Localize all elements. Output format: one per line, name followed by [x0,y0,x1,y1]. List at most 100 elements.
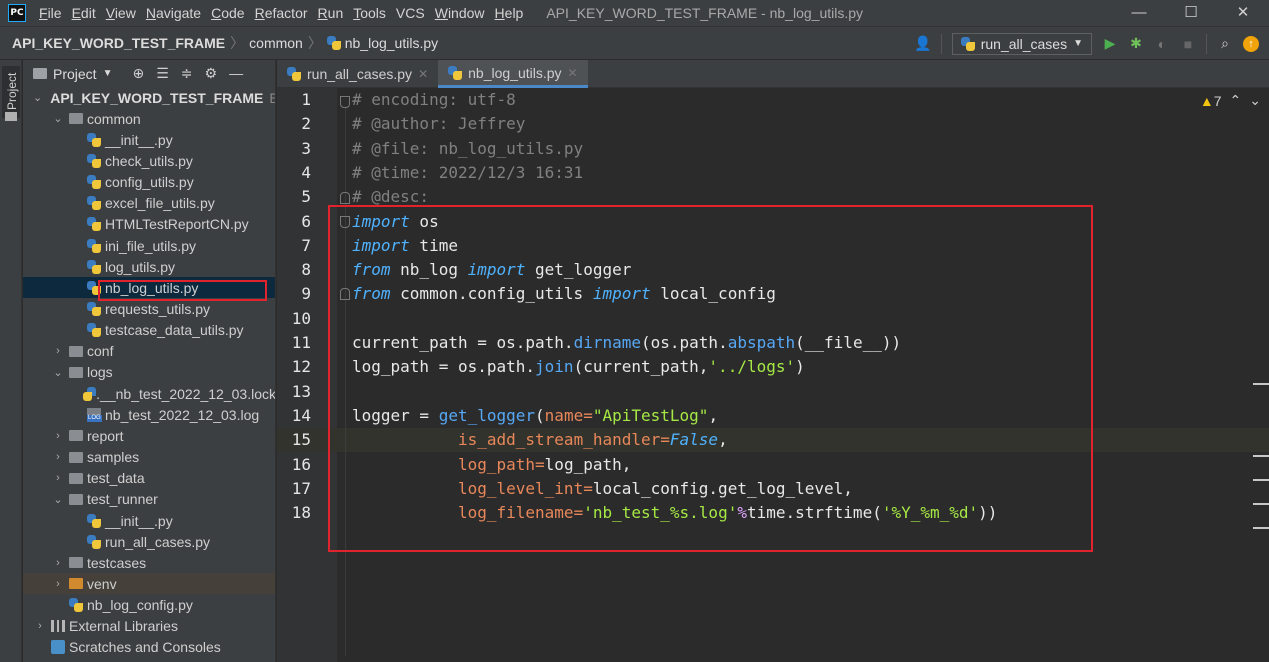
tree-item[interactable]: ⌄ API_KEY_WORD_TEST_FRAME E: [23,87,275,108]
code-editor[interactable]: 1 # encoding: utf-8 2 # @author: Jeffrey 3 # … [277,88,1269,662]
tree-item-label: test_data [87,470,145,487]
chevron-down-icon[interactable]: ⌄ [51,493,65,506]
inspection-widget[interactable]: ▲7 ⌃ ⌄ [1200,92,1261,109]
menu-window[interactable]: Window [430,0,490,26]
editor-tab[interactable]: nb_log_utils.py ✕ [438,60,588,88]
chevron-down-icon[interactable]: ⌄ [1249,92,1261,109]
run-config-selector[interactable]: run_all_cases ▼ [951,32,1092,55]
chevron-right-icon[interactable]: › [51,451,65,463]
breadcrumb-file[interactable]: nb_log_utils.py [322,35,438,51]
python-file-icon [87,153,101,168]
menu-code[interactable]: Code [206,0,249,26]
chevron-down-icon[interactable]: ⌄ [51,366,65,379]
tree-item[interactable]: › test_data [23,468,275,489]
menu-label: ools [360,5,386,21]
line-number: 12 [291,357,311,377]
tree-item-label: check_utils.py [105,152,193,169]
tree-item-label: __init__.py [105,512,173,529]
chevron-down-icon[interactable]: ⌄ [33,91,42,104]
tree-item[interactable]: Scratches and Consoles [23,637,275,658]
tree-item[interactable]: › testcases [23,552,275,573]
chevron-down-icon[interactable]: ⌄ [51,112,65,125]
scrollbar-marker[interactable] [1253,479,1269,481]
scrollbar-marker[interactable] [1253,383,1269,385]
tree-item[interactable]: requests_utils.py [23,299,275,320]
coverage-icon[interactable]: ◐ [1154,36,1170,52]
tree-item[interactable]: ini_file_utils.py [23,235,275,256]
tree-item[interactable]: ⌄ common [23,108,275,129]
menu-help[interactable]: Help [490,0,529,26]
collapse-all-icon[interactable]: ≑ [181,65,193,82]
menu-file[interactable]: File [34,0,67,26]
expand-all-icon[interactable]: ☰ [156,65,169,82]
tree-item[interactable]: HTMLTestReportCN.py [23,214,275,235]
line-number: 13 [291,381,311,401]
menu-refactor[interactable]: Refactor [250,0,313,26]
breadcrumb-folder[interactable]: common [244,35,303,51]
scrollbar-marker[interactable] [1253,527,1269,529]
tree-item[interactable]: ⌄ logs [23,362,275,383]
menu-vcs[interactable]: VCS [391,0,430,26]
tree-item[interactable]: excel_file_utils.py [23,193,275,214]
chevron-up-icon[interactable]: ⌃ [1230,92,1242,109]
tree-item[interactable]: nb_test_2022_12_03.log [23,404,275,425]
fold-marker-icon[interactable] [340,96,350,108]
tree-item[interactable]: › venv [23,573,275,595]
breadcrumb-project[interactable]: API_KEY_WORD_TEST_FRAME [0,35,225,51]
tree-item[interactable]: check_utils.py [23,150,275,171]
stop-icon[interactable]: ■ [1180,36,1196,52]
highlight-box [98,280,267,301]
fold-marker-icon[interactable] [340,192,350,204]
close-icon[interactable]: ✕ [418,67,428,81]
chevron-down-icon[interactable]: ▼ [103,68,113,79]
chevron-right-icon[interactable]: › [33,620,47,632]
tree-item-label: report [87,427,124,444]
tree-item[interactable]: __init__.py [23,510,275,531]
tree-item-label: samples [87,449,140,466]
tree-item[interactable]: .__nb_test_2022_12_03.lock [23,383,275,404]
menu-view[interactable]: View [101,0,141,26]
close-icon[interactable]: ✕ [568,66,578,80]
line-number: 11 [291,333,311,352]
chevron-right-icon[interactable]: › [51,578,65,590]
line-number: 4 [301,162,311,182]
tree-item[interactable]: testcase_data_utils.py [23,320,275,341]
hide-panel-icon[interactable]: — [229,65,243,82]
run-icon[interactable]: ▶ [1102,35,1118,52]
project-tool-button[interactable]: Project [2,66,20,118]
project-panel-title[interactable]: Project [53,66,97,82]
breadcrumb-file-label: nb_log_utils.py [344,35,439,51]
debug-icon[interactable]: ✱ [1128,35,1144,52]
chevron-right-icon[interactable]: › [51,557,65,569]
menu-tools[interactable]: Tools [348,0,391,26]
maximize-button[interactable]: ☐ [1165,0,1217,26]
line-number: 2 [301,114,311,134]
tree-item[interactable]: run_all_cases.py [23,531,275,552]
tree-item[interactable]: › report [23,425,275,446]
tree-item[interactable]: config_utils.py [23,172,275,193]
minimize-button[interactable]: — [1113,0,1165,26]
tree-item[interactable]: __init__.py [23,129,275,150]
chevron-right-icon[interactable]: › [51,345,65,357]
scrollbar-marker[interactable] [1253,455,1269,457]
update-icon[interactable]: ↑ [1243,35,1259,52]
user-icon[interactable]: 👤 [914,35,931,52]
chevron-right-icon[interactable]: › [51,430,65,442]
tree-item[interactable]: › External Libraries [23,616,275,637]
editor-tab[interactable]: run_all_cases.py ✕ [277,60,438,88]
close-window-button[interactable]: ✕ [1217,0,1269,26]
gear-icon[interactable]: ⚙ [205,65,218,82]
tree-item[interactable]: log_utils.py [23,256,275,277]
tree-item[interactable]: › conf [23,341,275,362]
menu-edit[interactable]: Edit [67,0,101,26]
tree-item[interactable]: nb_log_config.py [23,595,275,616]
chevron-right-icon[interactable]: › [51,472,65,484]
menu-run[interactable]: Run [313,0,349,26]
search-icon[interactable]: ⌕ [1217,35,1233,52]
tree-item[interactable]: › samples [23,447,275,468]
scrollbar-marker[interactable] [1253,503,1269,505]
tree-item[interactable]: ⌄ test_runner [23,489,275,510]
locate-icon[interactable]: ⊕ [132,65,144,82]
python-file-icon [87,238,101,253]
menu-navigate[interactable]: Navigate [141,0,206,26]
